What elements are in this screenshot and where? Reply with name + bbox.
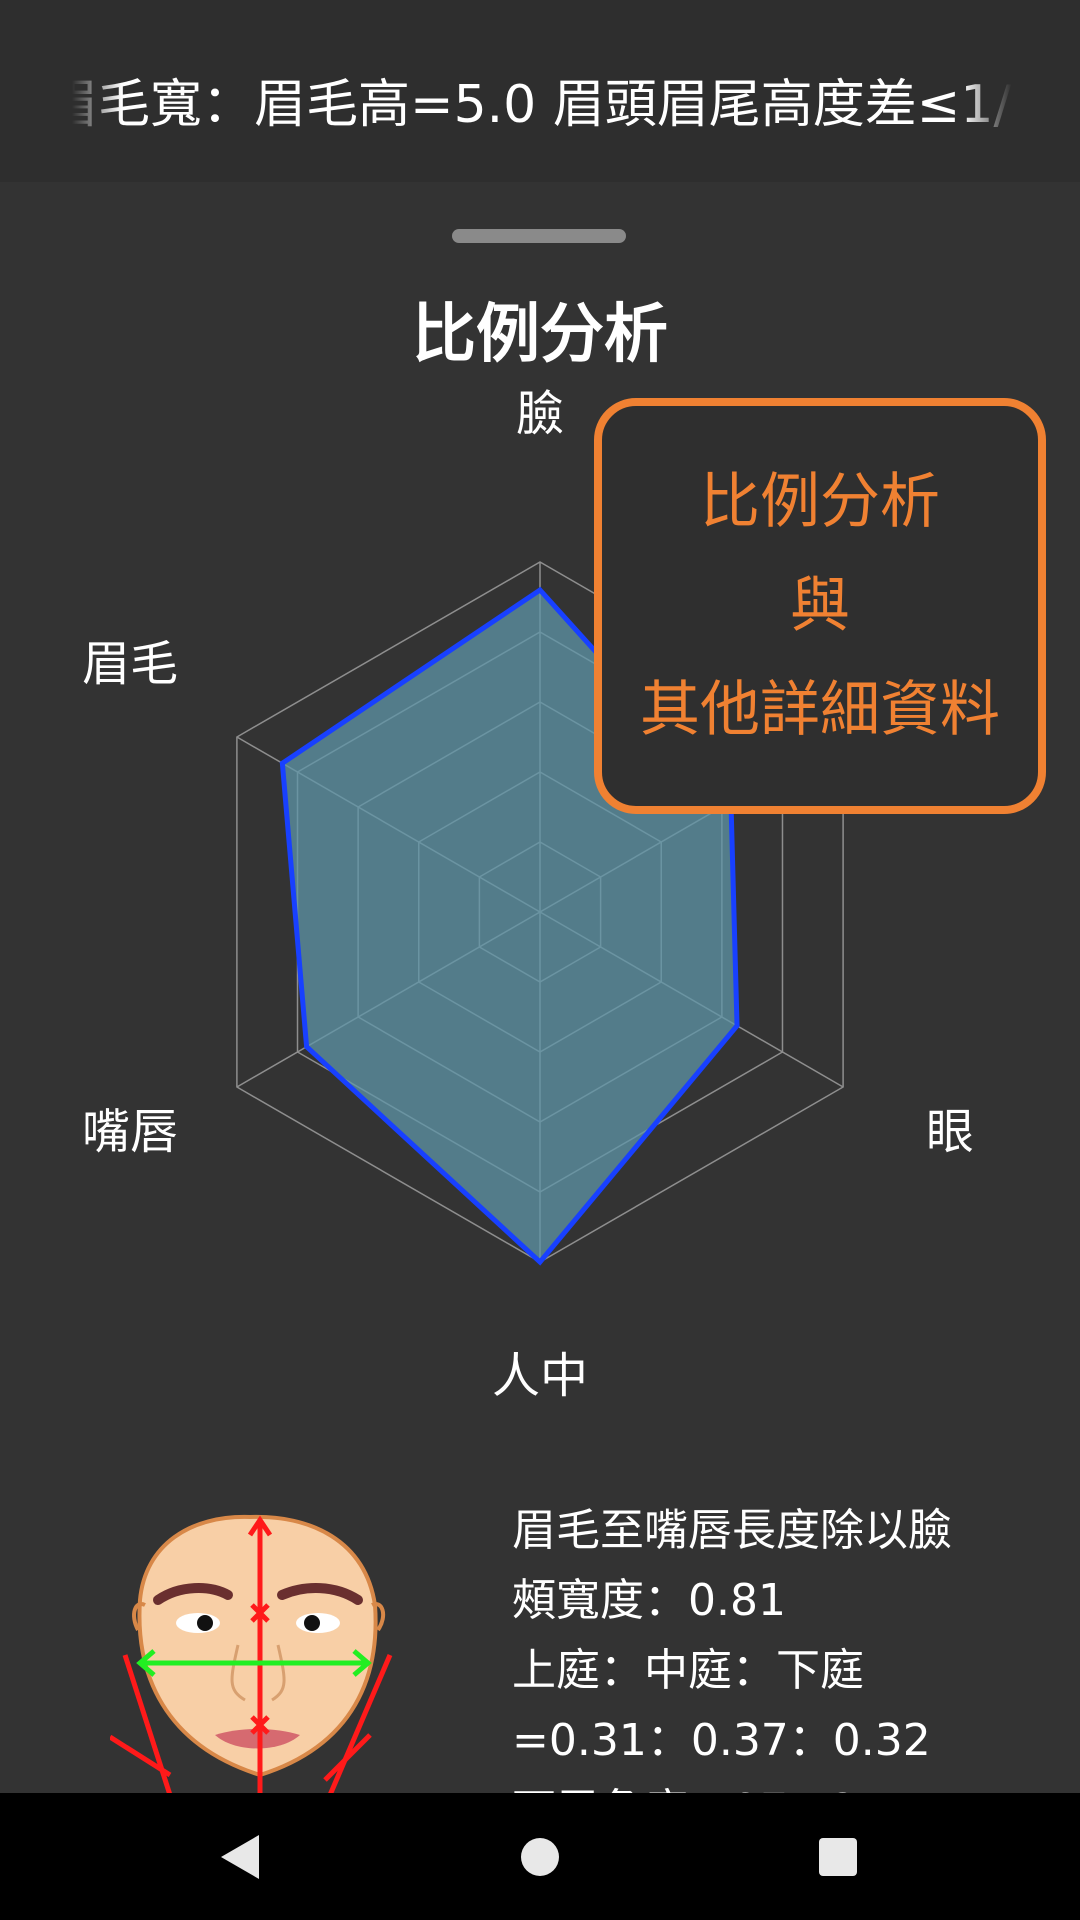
radar-axis-label-right-lower: 眼 [926, 1104, 974, 1160]
radar-axis-label-bottom: 人中 [492, 1348, 588, 1404]
top-banner: 眉毛寬：眉毛高=5.0 眉頭眉尾高度差≤1/10 [0, 0, 1080, 182]
sheet-drag-handle[interactable] [452, 229, 626, 243]
home-circle-icon [521, 1837, 559, 1876]
back-triangle-icon [221, 1834, 259, 1879]
detail-line-1: 眉毛至嘴唇長度除以臉 [512, 1505, 952, 1556]
radar-axis-label-left-lower: 嘴唇 [82, 1104, 178, 1160]
section-title: 比例分析 [412, 298, 668, 372]
recents-square-icon [819, 1837, 857, 1876]
back-button[interactable] [170, 1793, 310, 1920]
home-button[interactable] [470, 1793, 610, 1920]
tooltip-card[interactable]: 比例分析 與 其他詳細資料 [594, 398, 1046, 814]
scrolling-tip-text: 眉毛寬：眉毛高=5.0 眉頭眉尾高度差≤1/10 [72, 75, 1012, 135]
tooltip-line-1: 比例分析 [700, 467, 940, 537]
recents-button[interactable] [768, 1793, 908, 1920]
system-nav-bar [0, 1793, 1080, 1920]
tooltip-line-2: 與 [790, 571, 850, 641]
detail-line-3: 上庭：中庭：下庭 [512, 1645, 864, 1696]
radar-axis-label-left-upper: 眉毛 [82, 636, 178, 692]
fade-right [962, 70, 1012, 140]
detail-line-2: 頰寬度：0.81 [512, 1575, 786, 1626]
tooltip-line-3: 其他詳細資料 [640, 675, 1000, 745]
fade-left [72, 70, 122, 140]
scrolling-tip: 眉毛寬：眉毛高=5.0 眉頭眉尾高度差≤1/10 [72, 70, 1012, 140]
radar-axis-label-top: 臉 [516, 386, 564, 442]
detail-line-4: =0.31：0.37：0.32 [512, 1715, 931, 1766]
face-illustration [110, 1514, 393, 1795]
